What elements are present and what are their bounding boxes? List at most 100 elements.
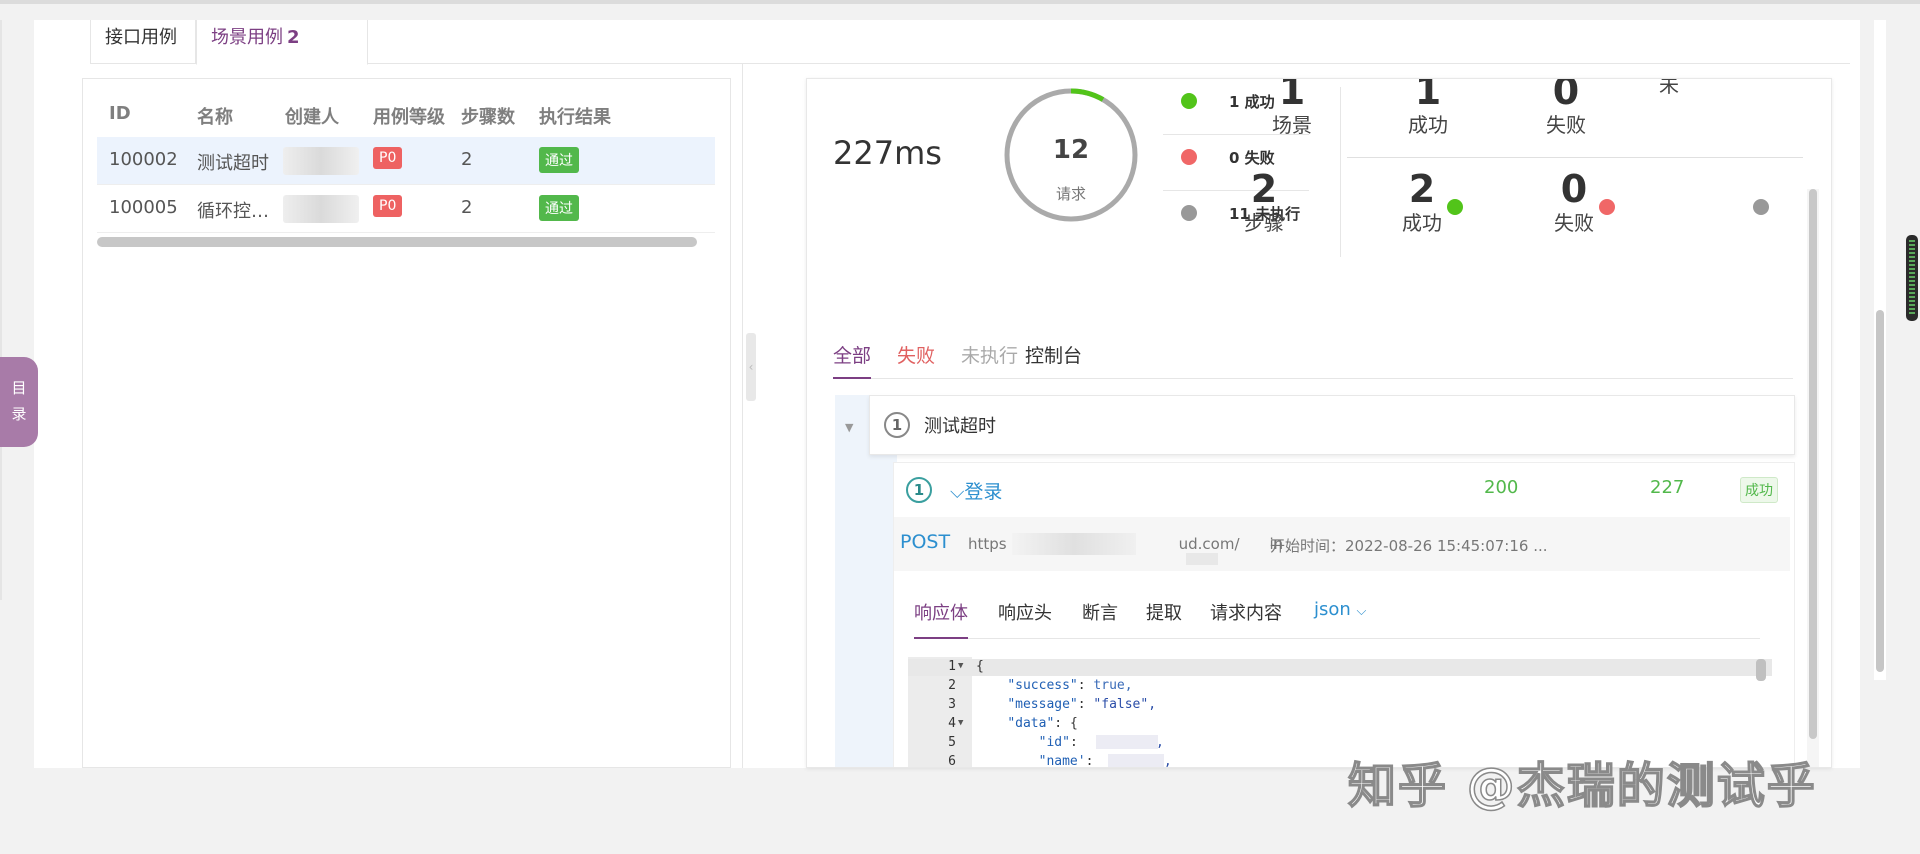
- tab-assertions[interactable]: 断言: [1082, 599, 1118, 639]
- stat-value: 1: [1414, 78, 1442, 113]
- fold-icon[interactable]: ▼: [958, 718, 963, 728]
- tab-response-body[interactable]: 响应体: [914, 599, 968, 639]
- active-line: [908, 659, 1772, 676]
- chevron-left-icon: ‹: [748, 360, 754, 374]
- request-line: POST https ud.com/in 开始时间：2022-08-26 15:4…: [894, 517, 1790, 571]
- line-number: 6: [948, 754, 956, 768]
- code-key: "name': [1038, 754, 1086, 768]
- table-row[interactable]: 100002 测试超时 P0 2 通过: [97, 137, 715, 185]
- status-code: 200: [1484, 477, 1519, 498]
- stats-divider: [1347, 157, 1803, 158]
- tab-api-cases[interactable]: 接口用例: [90, 20, 196, 64]
- line-number: 1: [948, 659, 956, 674]
- code-value: {: [1069, 716, 1078, 731]
- level-badge: P0: [373, 195, 403, 217]
- step-index: 1: [906, 477, 932, 503]
- report-scrollbar[interactable]: [1809, 189, 1817, 739]
- step-name-toggle[interactable]: ⌵登录: [950, 477, 1002, 504]
- cell-id: 100005: [109, 197, 178, 218]
- tab-all[interactable]: 全部: [833, 341, 872, 379]
- stat-value: 2: [1250, 167, 1278, 211]
- fold-icon[interactable]: ▼: [958, 661, 963, 671]
- code-line: "data": {: [1007, 716, 1078, 731]
- watermark: 知乎 @杰瑞的测试乎: [1347, 757, 1817, 815]
- code-key: "data": [1007, 716, 1055, 731]
- case-table-panel: ID 名称 创建人 用例等级 步骤数 执行结果 100002 测试超时 P0 2…: [82, 78, 731, 768]
- tab-label: 接口用例: [105, 27, 177, 48]
- format-value: json: [1314, 599, 1351, 620]
- report-panel: 227ms 12 请求 1 成功 0 失败 11 未执行 1 场景 1 成功 0…: [806, 78, 1832, 768]
- tab-not-run[interactable]: 未执行: [961, 341, 1018, 379]
- result-badge: 通过: [539, 147, 579, 173]
- stat-value: 2: [1408, 167, 1436, 211]
- level-badge: P0: [373, 147, 403, 169]
- panel-splitter: [742, 64, 743, 768]
- page-scrollbar[interactable]: [1876, 310, 1884, 672]
- stat-scene-not-run: 未: [1659, 79, 1719, 99]
- line-number: 4: [948, 716, 956, 731]
- tab-response-headers[interactable]: 响应头: [998, 599, 1052, 639]
- stat-label: 失败: [1554, 211, 1594, 235]
- stat-scene: 1 场景: [1247, 78, 1337, 139]
- code-line: "success": true,: [1007, 678, 1133, 693]
- case-tabs: 接口用例 场景用例 2: [90, 20, 1850, 65]
- line-number: 3: [948, 697, 956, 712]
- legend-dot: [1181, 149, 1197, 165]
- stat-scene-success: 1 成功: [1383, 78, 1473, 139]
- code-line: "message": "false",: [1007, 697, 1157, 712]
- col-level[interactable]: 用例等级: [373, 103, 445, 129]
- line-number: 5: [948, 735, 956, 750]
- col-result[interactable]: 执行结果: [539, 103, 611, 129]
- url-part: https: [968, 535, 1007, 553]
- stat-value: 1: [1278, 78, 1306, 113]
- tab-console[interactable]: 控制台: [1025, 341, 1082, 379]
- col-name[interactable]: 名称: [197, 103, 233, 129]
- directory-label-2: 录: [11, 405, 27, 423]
- line-number: 2: [948, 678, 956, 693]
- cell-steps: 2: [461, 197, 473, 218]
- tab-failed[interactable]: 失败: [897, 341, 935, 379]
- legend-text: 0 失败: [1229, 149, 1275, 167]
- left-edge: [0, 20, 2, 600]
- table-header: ID 名称 创建人 用例等级 步骤数 执行结果: [97, 93, 715, 133]
- summary-divider: [1340, 87, 1341, 257]
- directory-toggle[interactable]: 目 录: [0, 357, 38, 447]
- code-value: "false",: [1093, 697, 1157, 712]
- stat-value: 0: [1552, 78, 1580, 113]
- stat-scene-failed: 0 失败: [1521, 78, 1611, 139]
- table-row[interactable]: 100005 循环控… P0 2 通过: [97, 185, 715, 233]
- stat-steps: 2 步骤: [1219, 169, 1309, 237]
- stat-value: 0: [1560, 167, 1588, 211]
- cell-steps: 2: [461, 149, 473, 170]
- cell-name: 测试超时: [197, 153, 269, 174]
- editor-scrollbar[interactable]: [1756, 659, 1766, 681]
- tab-request-content[interactable]: 请求内容: [1210, 599, 1282, 639]
- format-select[interactable]: json ⌵: [1314, 599, 1366, 639]
- cell-creator-redacted: [283, 195, 359, 223]
- code-key: "id": [1038, 735, 1070, 750]
- window-scrollbar-grip: [1909, 240, 1915, 316]
- chevron-down-icon: ⌵: [1356, 604, 1367, 619]
- app-page: 接口用例 场景用例 2 ID 名称 创建人 用例等级 步骤数 执行结果 10000…: [0, 0, 1920, 854]
- step-detail: 1 ⌵登录 200 227 成功 POST https ud.com/in 开始时…: [893, 462, 1795, 768]
- response-tabs: 响应体 响应头 断言 提取 请求内容 json ⌵: [914, 599, 1760, 639]
- cell-name: 循环控…: [197, 201, 269, 222]
- tab-extract[interactable]: 提取: [1146, 599, 1182, 639]
- directory-label-1: 目: [11, 379, 27, 397]
- col-creator[interactable]: 创建人: [285, 103, 339, 129]
- table-horizontal-scrollbar[interactable]: [97, 237, 697, 247]
- caret-down-icon[interactable]: ▼: [845, 421, 853, 434]
- scene-node[interactable]: 1 测试超时: [869, 395, 1795, 455]
- collapse-handle[interactable]: ‹: [746, 333, 756, 401]
- tab-scenario-cases[interactable]: 场景用例 2: [196, 20, 368, 65]
- status-badge: 成功: [1740, 477, 1778, 503]
- col-steps[interactable]: 步骤数: [461, 103, 515, 129]
- code-value: true,: [1093, 678, 1133, 693]
- code-line: {: [976, 659, 984, 674]
- code-text: {: [976, 659, 984, 674]
- not-run-dot: [1753, 199, 1769, 215]
- stat-label: 步骤: [1244, 211, 1284, 235]
- col-id[interactable]: ID: [109, 103, 131, 124]
- top-border: [0, 0, 1920, 4]
- value-redaction: [1096, 735, 1158, 749]
